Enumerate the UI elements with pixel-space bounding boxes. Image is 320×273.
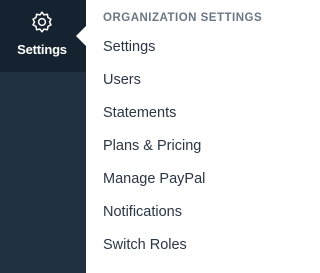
settings-dropdown-menu: ORGANIZATION SETTINGS Settings Users Sta… xyxy=(86,0,284,273)
menu-item-notifications[interactable]: Notifications xyxy=(86,196,284,229)
menu-item-settings[interactable]: Settings xyxy=(86,31,284,64)
menu-item-users[interactable]: Users xyxy=(86,64,284,97)
sidebar: Settings xyxy=(0,0,86,273)
sidebar-item-settings[interactable]: Settings xyxy=(0,0,86,72)
menu-list: Settings Users Statements Plans & Pricin… xyxy=(86,31,284,262)
menu-item-switch-roles[interactable]: Switch Roles xyxy=(86,229,284,262)
sidebar-item-label: Settings xyxy=(17,42,67,57)
menu-item-manage-paypal[interactable]: Manage PayPal xyxy=(86,163,284,196)
menu-heading: ORGANIZATION SETTINGS xyxy=(103,12,263,24)
menu-item-plans-pricing[interactable]: Plans & Pricing xyxy=(86,130,284,163)
gear-icon xyxy=(30,10,54,34)
menu-item-statements[interactable]: Statements xyxy=(86,97,284,130)
